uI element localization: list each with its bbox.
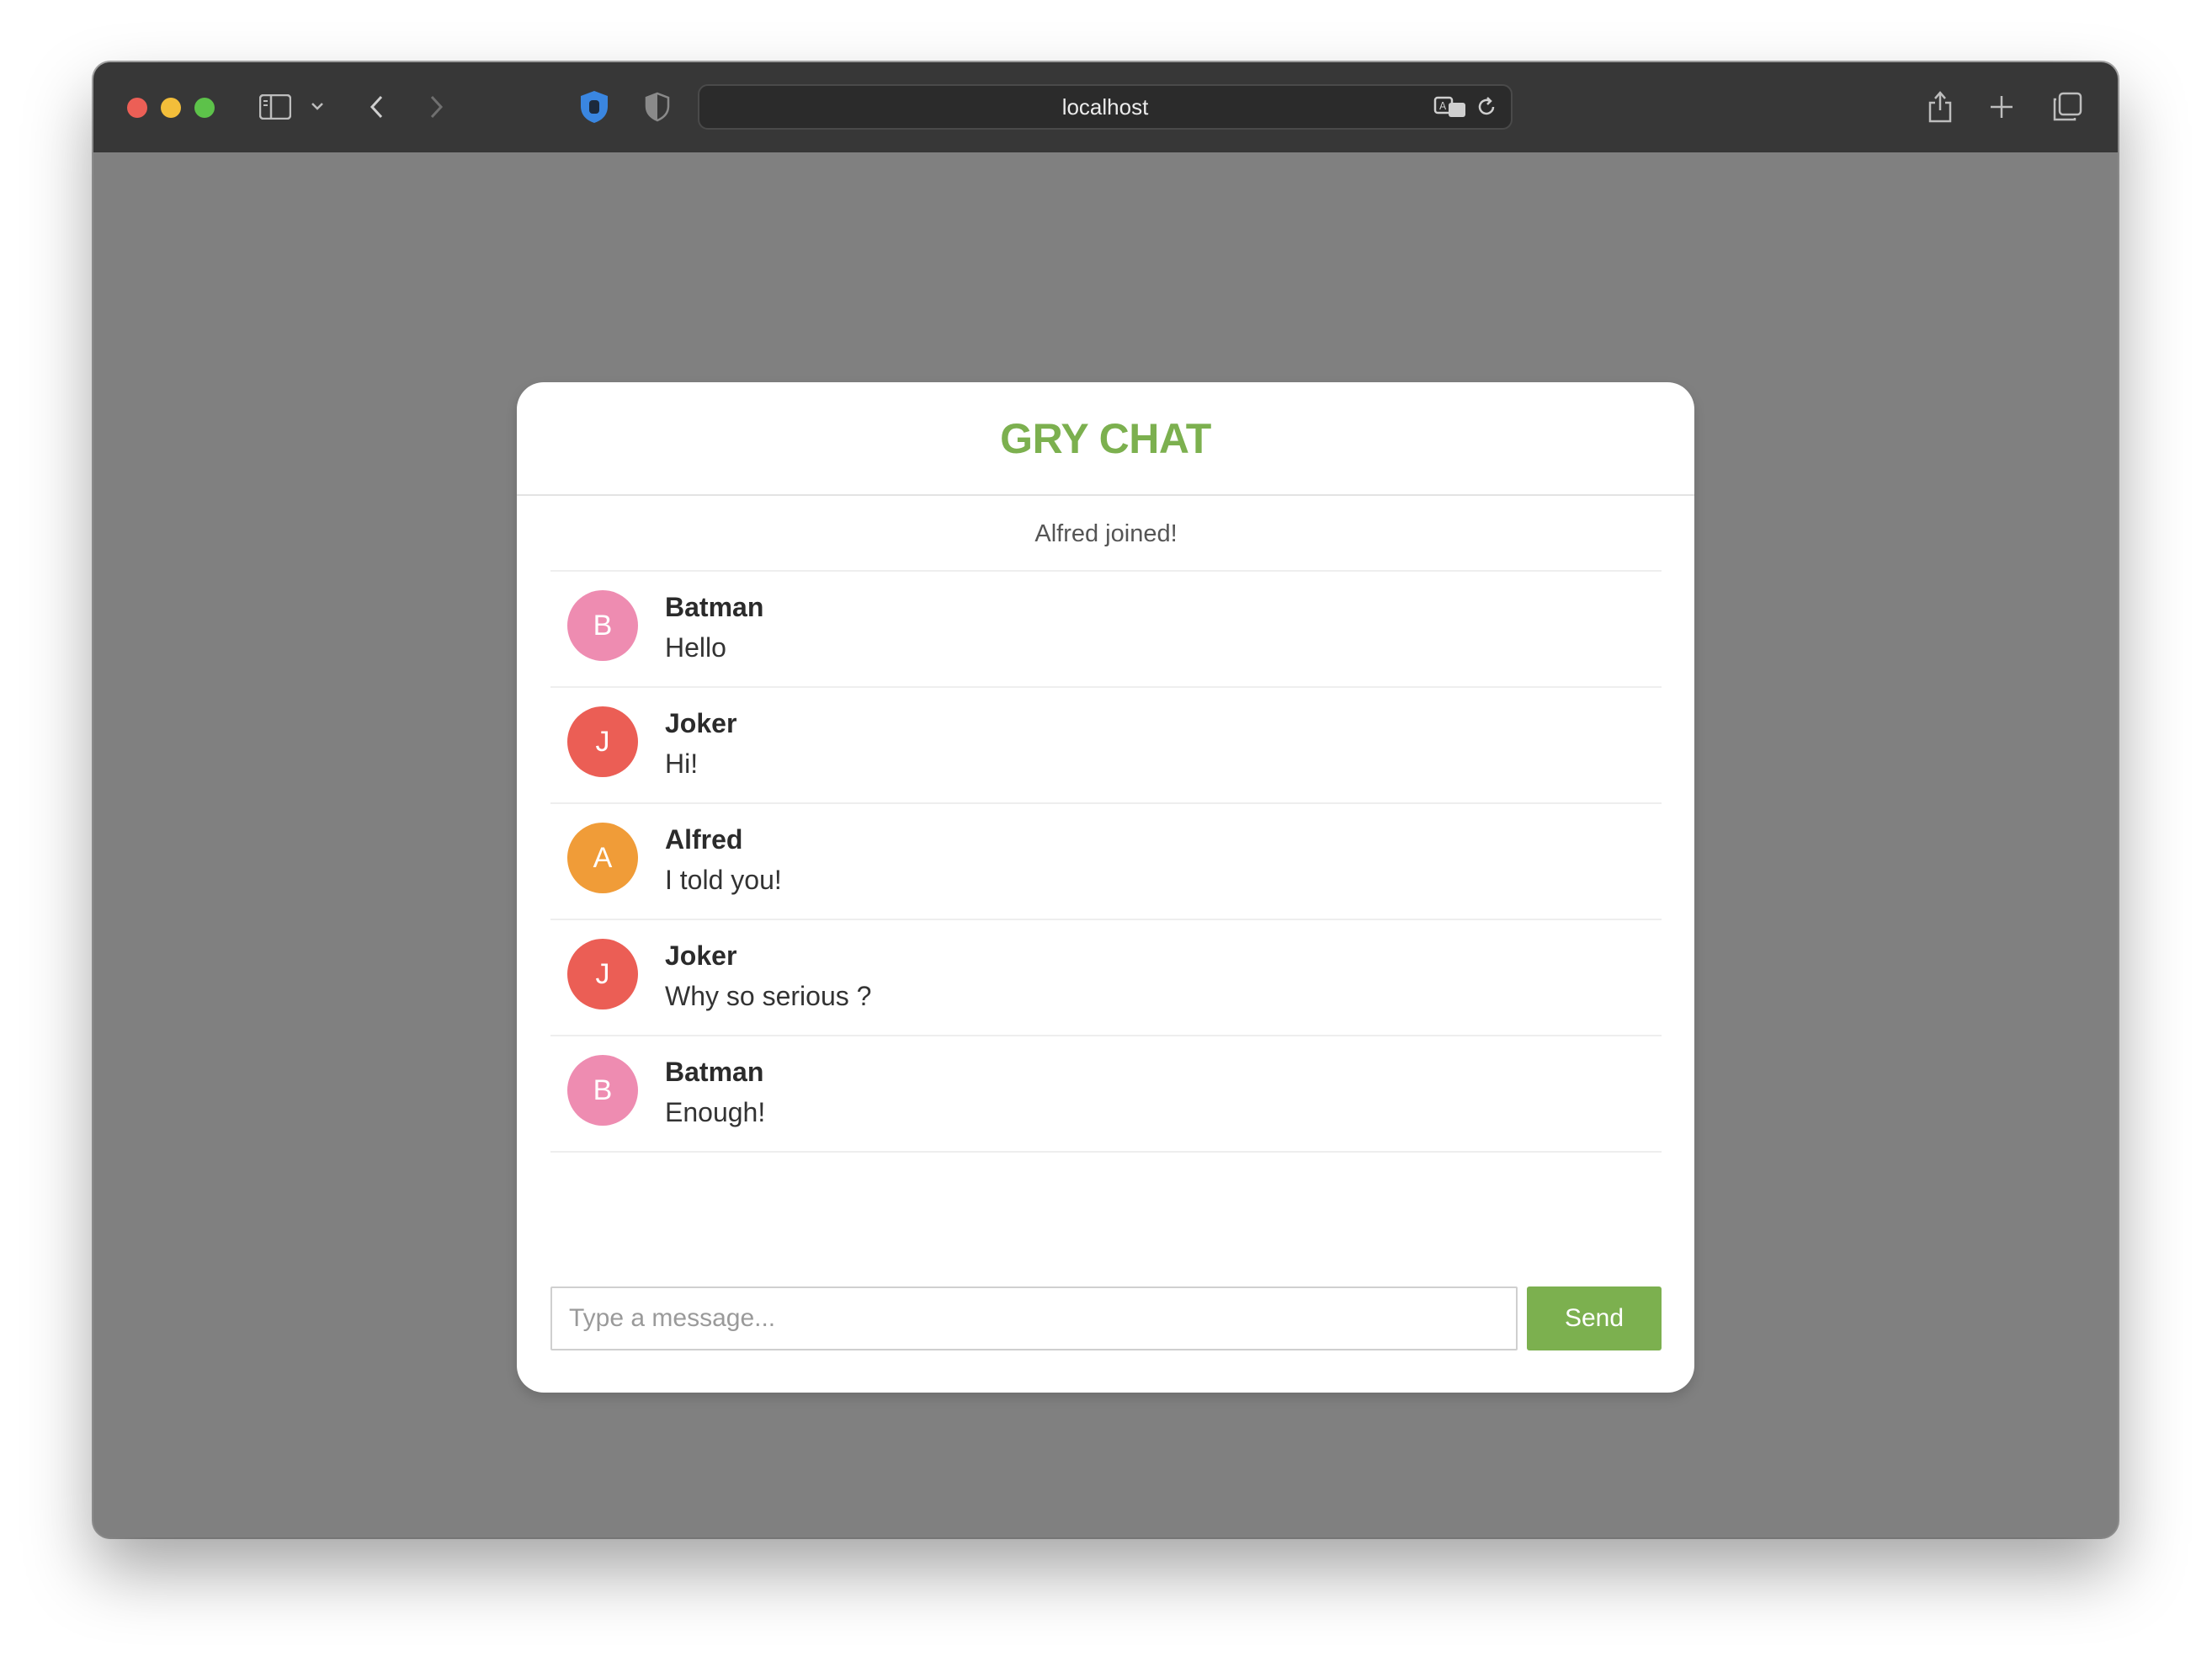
message-item: B Batman Hello bbox=[550, 572, 1662, 688]
avatar: J bbox=[567, 939, 638, 1009]
message-item: A Alfred I told you! bbox=[550, 804, 1662, 920]
translate-icon[interactable]: A bbox=[1433, 94, 1467, 120]
message-author: Alfred bbox=[665, 824, 743, 855]
message-author: Joker bbox=[665, 708, 737, 738]
browser-window: localhost A GRY CHAT Alfred joined! B Bat… bbox=[93, 62, 2118, 1537]
message-text: Hello bbox=[665, 632, 726, 663]
avatar: B bbox=[567, 590, 638, 661]
avatar: B bbox=[567, 1055, 638, 1126]
message-composer: Send bbox=[550, 1286, 1662, 1350]
svg-text:A: A bbox=[1439, 100, 1447, 112]
close-window-button[interactable] bbox=[127, 98, 147, 118]
back-icon[interactable] bbox=[364, 93, 390, 121]
message-author: Batman bbox=[665, 1057, 764, 1087]
avatar: J bbox=[567, 706, 638, 777]
share-icon[interactable] bbox=[1925, 88, 1955, 125]
browser-toolbar: localhost A bbox=[93, 62, 2118, 154]
page-content: GRY CHAT Alfred joined! B Batman Hello J Jok… bbox=[93, 152, 2118, 1537]
message-author: Batman bbox=[665, 592, 764, 622]
forward-icon[interactable] bbox=[423, 93, 449, 121]
chevron-down-icon[interactable] bbox=[309, 98, 326, 115]
message-text: Hi! bbox=[665, 748, 699, 779]
message-text: Enough! bbox=[665, 1097, 766, 1127]
url-text: localhost bbox=[1061, 93, 1149, 120]
message-item: J Joker Hi! bbox=[550, 688, 1662, 804]
plus-icon[interactable] bbox=[1987, 93, 2016, 121]
hand-shield-icon[interactable] bbox=[577, 89, 612, 125]
system-message: Alfred joined! bbox=[550, 498, 1662, 572]
chat-title: GRY CHAT bbox=[1000, 414, 1211, 462]
reload-icon[interactable] bbox=[1474, 94, 1499, 120]
maximize-window-button[interactable] bbox=[194, 98, 215, 118]
message-text: Why so serious ? bbox=[665, 981, 872, 1011]
address-bar[interactable]: localhost A bbox=[698, 84, 1513, 130]
message-item: B Batman Enough! bbox=[550, 1036, 1662, 1153]
message-item: J Joker Why so serious ? bbox=[550, 920, 1662, 1036]
tabs-overview-icon[interactable] bbox=[2051, 91, 2083, 123]
avatar: A bbox=[567, 823, 638, 893]
minimize-window-button[interactable] bbox=[161, 98, 181, 118]
message-input[interactable] bbox=[550, 1286, 1518, 1350]
send-button[interactable]: Send bbox=[1527, 1286, 1662, 1350]
chat-card: GRY CHAT Alfred joined! B Batman Hello J Jok… bbox=[517, 382, 1694, 1393]
sidebar-icon[interactable] bbox=[258, 93, 292, 121]
message-text: I told you! bbox=[665, 865, 782, 895]
message-list: B Batman Hello J Joker Hi! A Alfred I told you! J… bbox=[550, 572, 1662, 1153]
chat-header: GRY CHAT bbox=[517, 382, 1694, 496]
privacy-shield-icon[interactable] bbox=[642, 91, 673, 123]
message-author: Joker bbox=[665, 940, 737, 971]
